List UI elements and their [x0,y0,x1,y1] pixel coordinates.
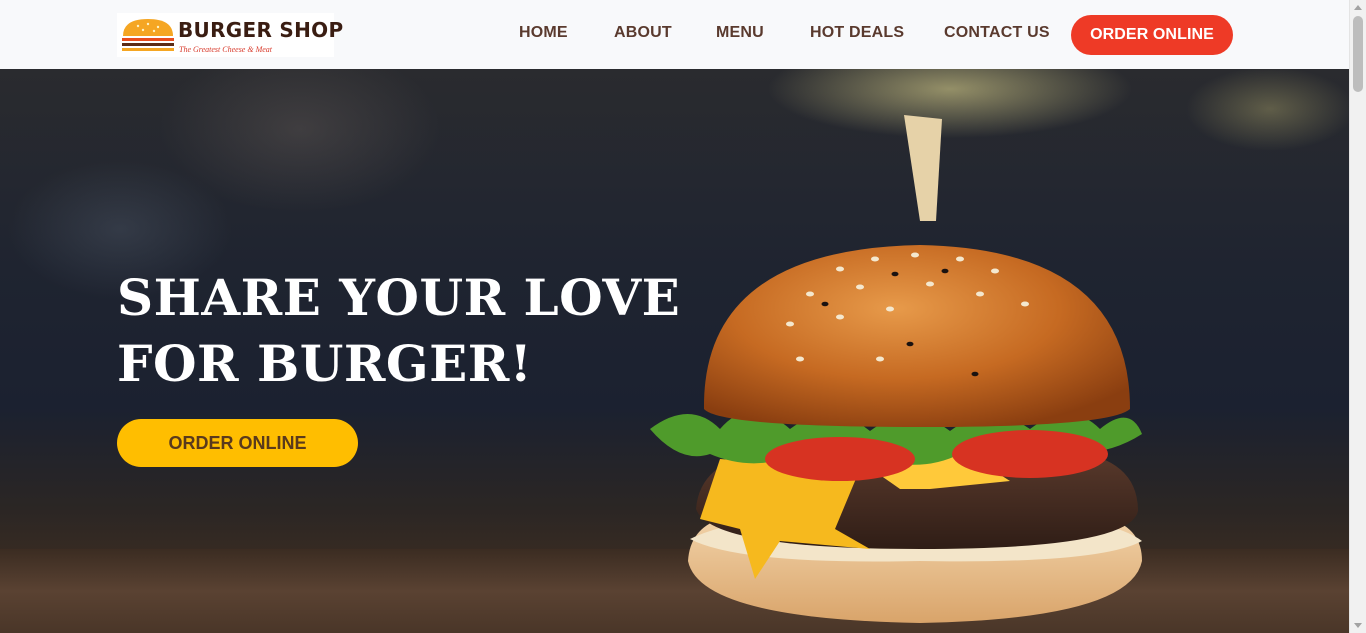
nav-hot-deals[interactable]: HOT DEALS [810,24,904,46]
nav-contact-us[interactable]: CONTACT US [944,24,1050,46]
brand-logo[interactable]: BURGER SHOP The Greatest Cheese & Meat [117,13,343,57]
hero-title-line1: SHARE YOUR LOVE [117,268,681,327]
nav-home[interactable]: HOME [519,24,568,46]
hero-title-line2: FOR BURGER! [117,334,533,393]
page-scrollbar[interactable] [1349,0,1366,633]
brand-name: BURGER SHOP [178,18,344,42]
brand-tagline: The Greatest Cheese & Meat [179,45,273,54]
hero-order-online-button[interactable]: ORDER ONLINE [117,419,358,467]
hero-banner: SHARE YOUR LOVE FOR BURGER! ORDER ONLINE [0,69,1349,633]
nav-order-online-button[interactable]: ORDER ONLINE [1071,15,1233,55]
scroll-up-icon[interactable] [1354,5,1362,10]
burger-photo [650,115,1142,623]
hero-title: SHARE YOUR LOVE FOR BURGER! [117,265,697,397]
site-header: BURGER SHOP The Greatest Cheese & Meat H… [0,0,1349,69]
burger-icon [122,19,174,51]
nav-menu[interactable]: MENU [716,24,764,46]
nav-about[interactable]: ABOUT [614,24,672,46]
scroll-thumb[interactable] [1353,16,1363,92]
scroll-down-icon[interactable] [1354,623,1362,628]
